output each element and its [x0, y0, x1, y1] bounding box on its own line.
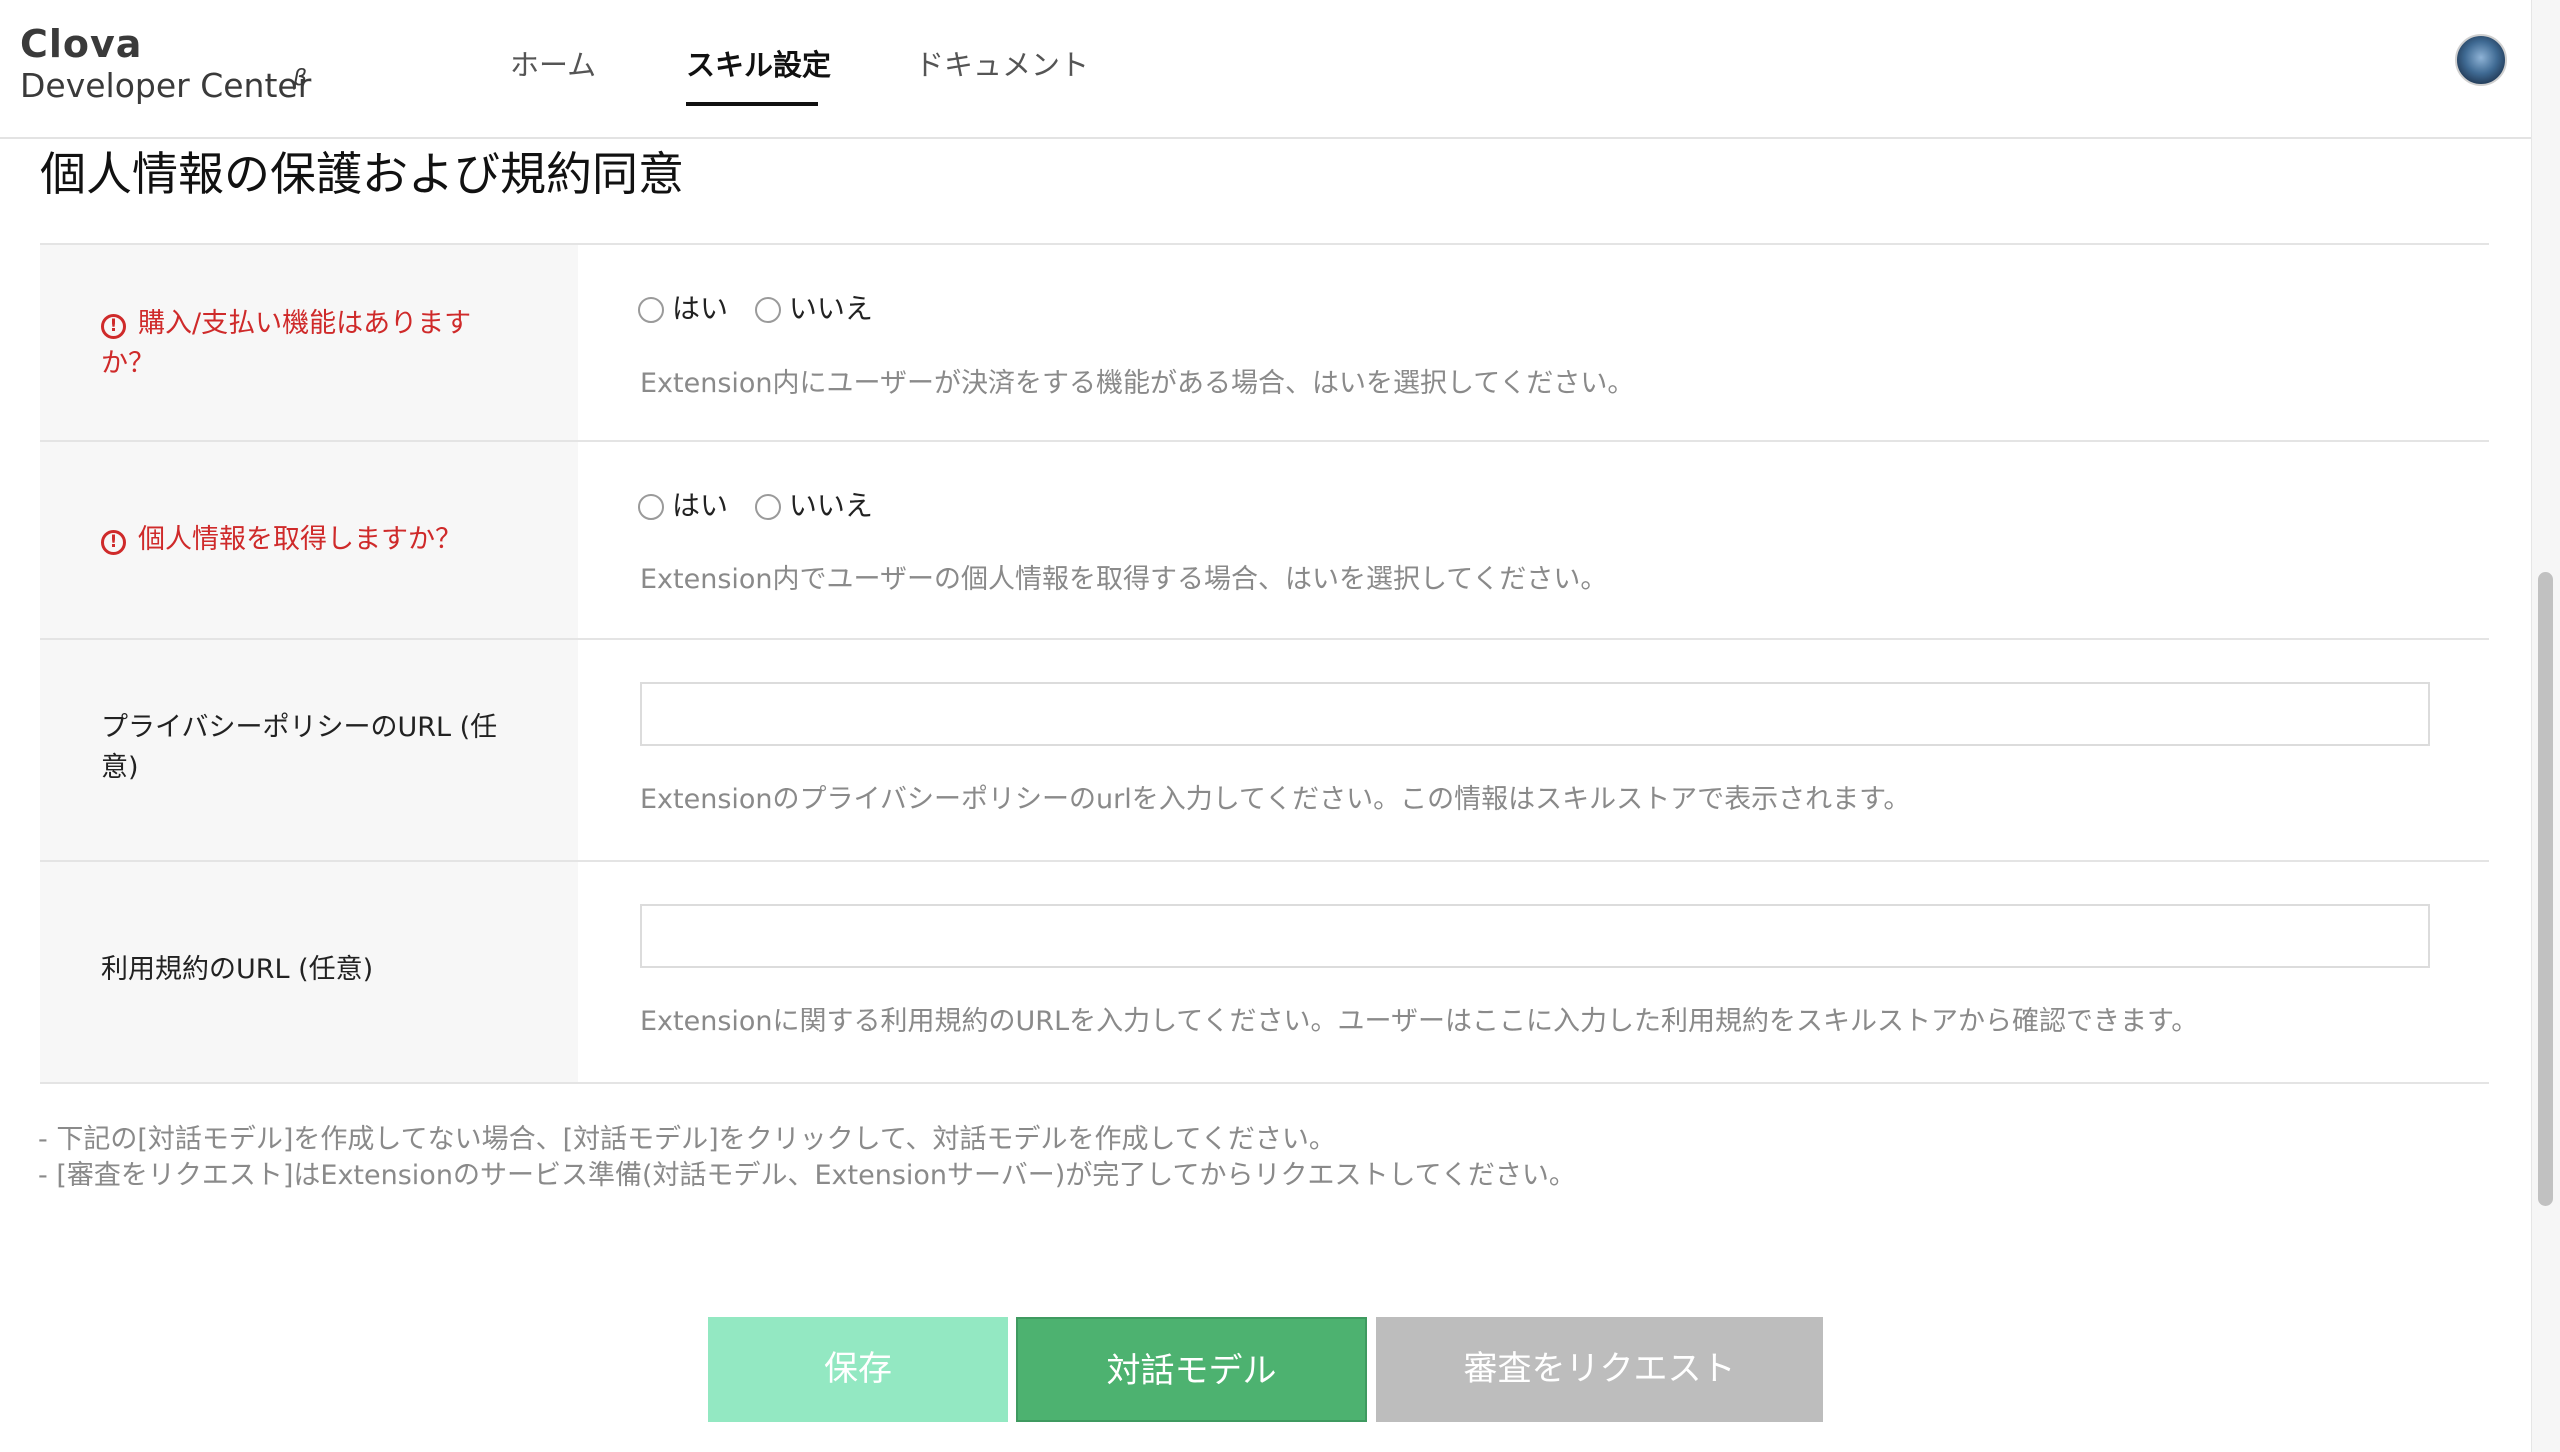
- dialog-model-button[interactable]: 対話モデル: [1016, 1317, 1367, 1422]
- terms-url-input[interactable]: [640, 904, 2430, 968]
- nav-skill-settings[interactable]: スキル設定: [686, 42, 831, 84]
- active-nav-indicator: [686, 102, 818, 106]
- terms-url-help-text: Extensionに関する利用規約のURLを入力してください。ユーザーはここに入…: [640, 1006, 2199, 1037]
- personal-info-help-text: Extension内でユーザーの個人情報を取得する場合、はいを選択してください。: [640, 564, 1608, 595]
- form-row-payment: ! 購入/支払い機能はありますか？ はい いいえ Extension内にユーザーが…: [40, 245, 2489, 442]
- scrollbar-thumb[interactable]: [2538, 572, 2553, 1206]
- logo-clova[interactable]: Clova: [20, 22, 142, 66]
- personal-info-radio-group: はい いいえ: [638, 484, 891, 524]
- privacy-terms-form: ! 購入/支払い機能はありますか？ はい いいえ Extension内にユーザーが…: [40, 243, 2489, 1084]
- beta-badge: β: [293, 66, 308, 91]
- section-title: 個人情報の保護および規約同意: [40, 147, 684, 201]
- alert-circle-icon: !: [101, 530, 126, 555]
- radio-circle-icon[interactable]: [754, 297, 781, 323]
- radio-label[interactable]: いいえ: [789, 292, 873, 325]
- radio-circle-icon[interactable]: [638, 297, 664, 323]
- nav-documents[interactable]: ドキュメント: [915, 42, 1089, 84]
- nav-home[interactable]: ホーム: [510, 42, 596, 84]
- form-row-privacy-url: プライバシーポリシーのURL (任意) Extensionのプライバシーポリシー…: [40, 640, 2489, 862]
- payment-radio-no[interactable]: いいえ: [754, 287, 873, 327]
- radio-circle-icon[interactable]: [638, 494, 664, 520]
- user-avatar[interactable]: [2455, 34, 2507, 86]
- personal-info-radio-yes[interactable]: はい: [638, 484, 728, 524]
- payment-label: ! 購入/支払い機能はありますか？: [101, 304, 521, 384]
- save-button[interactable]: 保存: [708, 1317, 1008, 1422]
- alert-circle-icon: !: [101, 314, 126, 339]
- privacy-url-help-text: Extensionのプライバシーポリシーのurlを入力してください。この情報はス…: [640, 784, 1911, 815]
- radio-circle-icon[interactable]: [754, 494, 781, 520]
- top-header: Clova Developer Center β ホーム スキル設定 ドキュメン…: [0, 0, 2531, 139]
- radio-label[interactable]: はい: [672, 292, 728, 325]
- personal-info-radio-no[interactable]: いいえ: [754, 484, 873, 524]
- note-line-1: - 下記の[対話モデル]を作成してない場合、[対話モデル]をクリックして、対話モ…: [38, 1124, 1336, 1155]
- privacy-url-input[interactable]: [640, 682, 2430, 746]
- privacy-url-label: プライバシーポリシーのURL (任意): [101, 712, 498, 783]
- notes-block: - 下記の[対話モデル]を作成してない場合、[対話モデル]をクリックして、対話モ…: [38, 1122, 1576, 1194]
- note-line-2: - [審査をリクエスト]はExtensionのサービス準備(対話モデル、Exte…: [38, 1160, 1576, 1191]
- form-row-terms-url: 利用規約のURL (任意) Extensionに関する利用規約のURLを入力して…: [40, 862, 2489, 1084]
- personal-info-label: ! 個人情報を取得しますか？: [101, 520, 521, 560]
- payment-radio-group: はい いいえ: [638, 287, 891, 327]
- form-row-personal-info: ! 個人情報を取得しますか？ はい いいえ Extension内でユーザーの個人情…: [40, 442, 2489, 640]
- radio-label[interactable]: いいえ: [789, 489, 873, 522]
- personal-info-label-text: 個人情報を取得しますか？: [138, 524, 462, 555]
- logo-developer-center[interactable]: Developer Center: [20, 66, 311, 105]
- request-review-button[interactable]: 審査をリクエスト: [1376, 1317, 1823, 1422]
- payment-help-text: Extension内にユーザーが決済をする機能がある場合、はいを選択してください…: [640, 368, 1635, 399]
- payment-radio-yes[interactable]: はい: [638, 287, 728, 327]
- terms-url-label: 利用規約のURL (任意): [101, 954, 374, 985]
- radio-label[interactable]: はい: [672, 489, 728, 522]
- payment-label-text: 購入/支払い機能はありますか？: [101, 308, 472, 379]
